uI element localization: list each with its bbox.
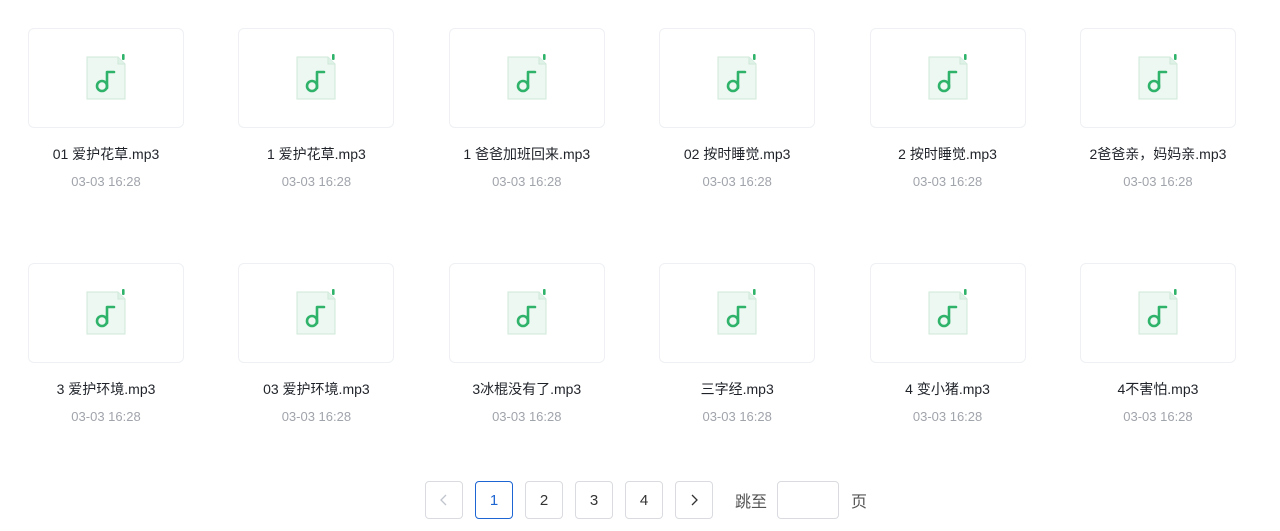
file-time: 03-03 16:28	[71, 409, 141, 424]
page-button-2[interactable]: 2	[525, 481, 563, 519]
file-time: 03-03 16:28	[702, 409, 772, 424]
file-item[interactable]: 三字经.mp3 03-03 16:28	[659, 263, 816, 498]
file-name[interactable]: 4 变小猪.mp3	[838, 380, 1058, 398]
file-name[interactable]: 三字经.mp3	[627, 380, 847, 398]
file-thumbnail[interactable]	[28, 263, 184, 363]
jump-page-input[interactable]	[777, 481, 840, 519]
page-button-4[interactable]: 4	[625, 481, 663, 519]
file-item[interactable]: 1 爸爸加班回来.mp3 03-03 16:28	[448, 28, 605, 263]
page-number-list: 1234	[475, 481, 675, 519]
file-thumbnail[interactable]	[1079, 263, 1236, 363]
page-button-3[interactable]: 3	[575, 481, 613, 519]
file-name[interactable]: 4不害怕.mp3	[1048, 380, 1268, 398]
file-name[interactable]: 03 爱护环境.mp3	[206, 380, 426, 398]
file-item[interactable]: 01 爱护花草.mp3 03-03 16:28	[28, 28, 184, 263]
music-file-icon	[86, 54, 126, 100]
file-name[interactable]: 1 爱护花草.mp3	[206, 145, 426, 163]
page-button-1[interactable]: 1	[475, 481, 513, 519]
file-time: 03-03 16:28	[1123, 409, 1193, 424]
file-item[interactable]: 1 爱护花草.mp3 03-03 16:28	[238, 28, 395, 263]
file-item[interactable]: 3冰棍没有了.mp3 03-03 16:28	[448, 263, 605, 498]
file-thumbnail[interactable]	[869, 28, 1026, 128]
file-thumbnail[interactable]	[238, 28, 395, 128]
file-item[interactable]: 3 爱护环境.mp3 03-03 16:28	[28, 263, 184, 498]
file-browser-page: 01 爱护花草.mp3 03-03 16:28 1 爱护花草.mp3 03-03…	[0, 0, 1280, 531]
music-file-icon	[717, 54, 757, 100]
file-time: 03-03 16:28	[281, 409, 352, 424]
music-file-icon	[717, 289, 757, 335]
music-file-icon	[1138, 289, 1178, 335]
next-page-button[interactable]	[675, 481, 713, 519]
file-thumbnail[interactable]	[238, 263, 395, 363]
file-thumbnail[interactable]	[869, 263, 1026, 363]
file-thumbnail[interactable]	[659, 263, 816, 363]
file-thumbnail[interactable]	[448, 28, 605, 128]
file-time: 03-03 16:28	[71, 174, 141, 189]
file-name[interactable]: 01 爱护花草.mp3	[0, 145, 216, 163]
music-file-icon	[507, 289, 547, 335]
prev-page-button[interactable]	[425, 481, 463, 519]
music-file-icon	[928, 54, 968, 100]
music-file-icon	[928, 289, 968, 335]
file-item[interactable]: 2 按时睡觉.mp3 03-03 16:28	[869, 28, 1026, 263]
file-thumbnail[interactable]	[28, 28, 184, 128]
jump-to-label: 跳至	[735, 494, 768, 511]
file-item[interactable]: 2爸爸亲，妈妈亲.mp3 03-03 16:28	[1079, 28, 1236, 263]
file-time: 03-03 16:28	[1123, 174, 1193, 189]
file-item[interactable]: 02 按时睡觉.mp3 03-03 16:28	[659, 28, 816, 263]
file-thumbnail[interactable]	[1079, 28, 1236, 128]
page-suffix-label: 页	[851, 494, 868, 511]
music-file-icon	[296, 289, 336, 335]
file-thumbnail[interactable]	[448, 263, 605, 363]
file-name[interactable]: 3 爱护环境.mp3	[0, 380, 216, 398]
file-name[interactable]: 3冰棍没有了.mp3	[417, 380, 637, 398]
file-name[interactable]: 2爸爸亲，妈妈亲.mp3	[1048, 145, 1268, 163]
file-time: 03-03 16:28	[912, 174, 983, 189]
chevron-right-icon	[691, 494, 698, 506]
music-file-icon	[1138, 54, 1178, 100]
file-grid: 01 爱护花草.mp3 03-03 16:28 1 爱护花草.mp3 03-03…	[28, 28, 1238, 498]
file-name[interactable]: 2 按时睡觉.mp3	[838, 145, 1058, 163]
file-name[interactable]: 1 爸爸加班回来.mp3	[417, 145, 637, 163]
music-file-icon	[507, 54, 547, 100]
file-time: 03-03 16:28	[492, 174, 562, 189]
music-file-icon	[296, 54, 336, 100]
file-item[interactable]: 4 变小猪.mp3 03-03 16:28	[869, 263, 1026, 498]
chevron-left-icon	[440, 494, 447, 506]
file-time: 03-03 16:28	[702, 174, 772, 189]
file-time: 03-03 16:28	[281, 174, 352, 189]
file-thumbnail[interactable]	[659, 28, 816, 128]
pagination: 1234 跳至 页	[425, 480, 867, 520]
file-name[interactable]: 02 按时睡觉.mp3	[627, 145, 847, 163]
file-time: 03-03 16:28	[912, 409, 983, 424]
file-item[interactable]: 4不害怕.mp3 03-03 16:28	[1079, 263, 1236, 498]
file-item[interactable]: 03 爱护环境.mp3 03-03 16:28	[238, 263, 395, 498]
music-file-icon	[86, 289, 126, 335]
file-time: 03-03 16:28	[492, 409, 562, 424]
